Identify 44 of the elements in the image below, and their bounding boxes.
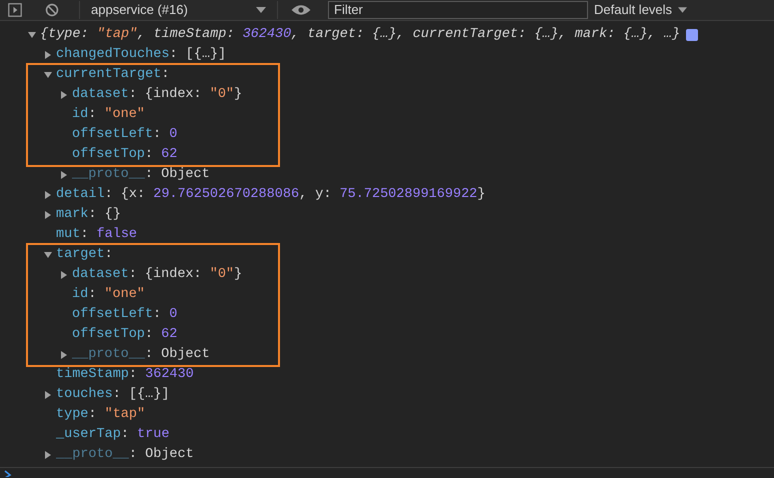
property-text: offsetLeft: 0 bbox=[72, 306, 178, 324]
property-text: target: bbox=[56, 246, 113, 264]
property-text: changedTouches: [{…}] bbox=[56, 46, 226, 64]
log-levels-select[interactable]: Default levels bbox=[594, 0, 688, 20]
dropdown-caret-icon bbox=[678, 7, 688, 13]
property-text: offsetTop: 62 bbox=[72, 326, 178, 344]
property-text: dataset: {index: "0"} bbox=[72, 266, 242, 284]
expand-triangle-icon[interactable] bbox=[60, 171, 68, 179]
collapse-triangle-icon[interactable] bbox=[44, 71, 52, 79]
property-text: timeStamp: 362430 bbox=[56, 366, 194, 384]
property-text: type: "tap" bbox=[56, 406, 146, 424]
property-text: offsetTop: 62 bbox=[72, 146, 178, 164]
expand-triangle-icon[interactable] bbox=[44, 211, 52, 219]
property-text: id: "one" bbox=[72, 106, 145, 124]
expand-triangle-icon[interactable] bbox=[60, 351, 68, 359]
expand-triangle-icon[interactable] bbox=[44, 391, 52, 399]
property-text: __proto__: Object bbox=[56, 446, 194, 464]
context-select[interactable]: appservice (#16) bbox=[91, 0, 266, 20]
property-text: offsetLeft: 0 bbox=[72, 126, 178, 144]
object-summary: {type: "tap", timeStamp: 362430, target: {…}, currentTarget: {…}, mark: {…}, …} bbox=[40, 26, 680, 44]
property-text: currentTarget: bbox=[56, 66, 170, 84]
property-text: _userTap: true bbox=[56, 426, 170, 444]
property-text: __proto__: Object bbox=[72, 346, 210, 364]
property-text: id: "one" bbox=[72, 286, 145, 304]
expand-triangle-icon[interactable] bbox=[44, 51, 52, 59]
property-text: dataset: {index: "0"} bbox=[72, 86, 242, 104]
eye-icon[interactable] bbox=[290, 4, 312, 16]
expand-triangle-icon[interactable] bbox=[60, 91, 68, 99]
collapse-triangle-icon[interactable] bbox=[28, 31, 36, 39]
property-text: mark: {} bbox=[56, 206, 121, 224]
property-text: detail: {x: 29.762502670288086, y: 75.72502899169922} bbox=[56, 186, 486, 204]
collapse-triangle-icon[interactable] bbox=[44, 251, 52, 259]
prompt-chevron-icon bbox=[4, 470, 12, 477]
expand-triangle-icon[interactable] bbox=[60, 271, 68, 279]
property-text: touches: [{…}] bbox=[56, 386, 170, 404]
filter-field[interactable]: Filter bbox=[328, 1, 588, 19]
property-text: mut: false bbox=[56, 226, 138, 244]
expand-triangle-icon[interactable] bbox=[44, 451, 52, 459]
clear-console-icon[interactable] bbox=[45, 3, 59, 17]
sidebar-toggle-icon[interactable] bbox=[8, 3, 22, 17]
info-icon[interactable] bbox=[686, 29, 698, 41]
dropdown-caret-icon bbox=[256, 7, 266, 13]
property-text: __proto__: Object bbox=[72, 166, 210, 184]
expand-triangle-icon[interactable] bbox=[44, 191, 52, 199]
